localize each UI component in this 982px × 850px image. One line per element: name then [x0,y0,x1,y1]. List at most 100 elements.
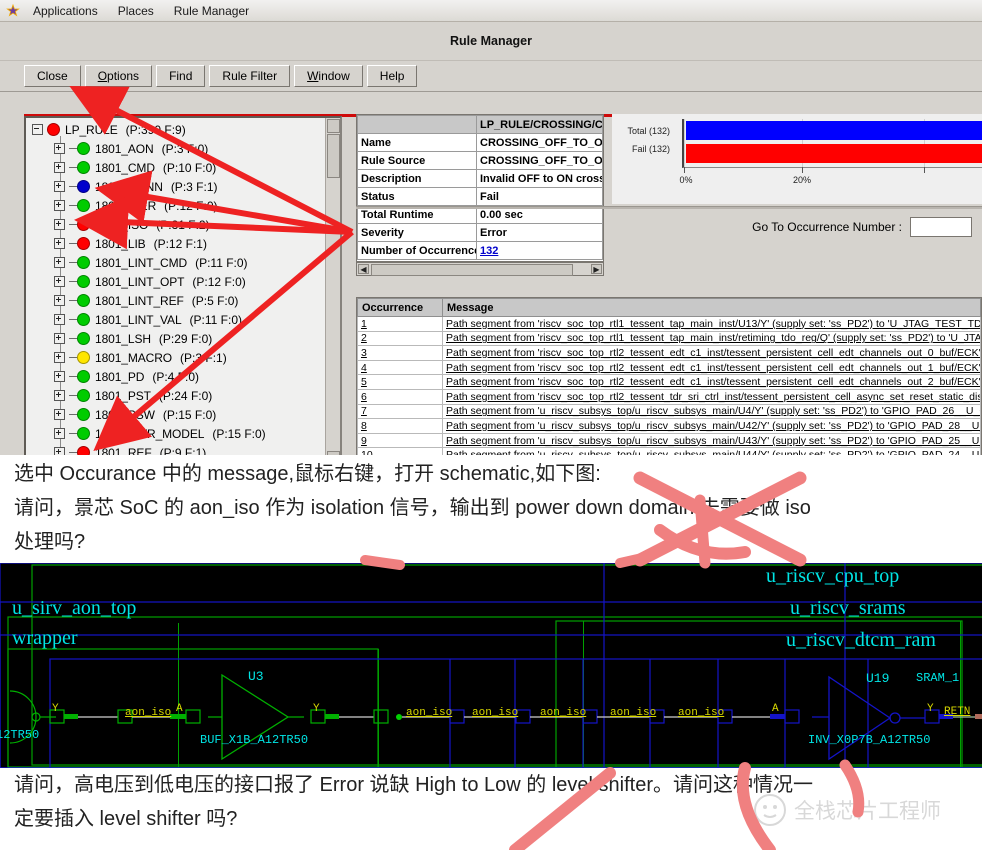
collapse-icon[interactable] [32,124,43,135]
column-message[interactable]: Message [442,298,981,317]
tree-item-1801_lsh[interactable]: 1801_LSH (P:29 F:0) [26,329,326,348]
expand-icon[interactable] [54,333,65,344]
tree-item-1801_psw[interactable]: 1801_PSW (P:15 F:0) [26,405,326,424]
expand-icon[interactable] [54,295,65,306]
expand-icon[interactable] [54,371,65,382]
properties-scroll-thumb[interactable] [371,264,573,276]
expand-icon[interactable] [54,219,65,230]
occurrence-message[interactable]: Path segment from 'riscv_soc_top_rtl1_te… [442,316,981,332]
occurrence-number[interactable]: 1 [357,316,443,332]
occurrence-number[interactable]: 2 [357,330,443,347]
occurrence-message[interactable]: Path segment from 'u_riscv_subsys_top/u_… [442,447,981,455]
occurrence-number[interactable]: 10 [357,447,443,455]
table-row[interactable]: 10Path segment from 'u_riscv_subsys_top/… [357,447,981,455]
occurrence-message[interactable]: Path segment from 'riscv_soc_top_rtl1_te… [442,330,981,347]
table-row[interactable]: 7 Path segment from 'u_riscv_subsys_top/u… [357,403,981,420]
occurrence-table-panel[interactable]: Occurrence Message 1 Path segment from 'r… [356,297,982,455]
tree-elbow [69,186,77,187]
scroll-right-icon[interactable]: ▶ [591,264,602,274]
expand-icon[interactable] [54,143,65,154]
tree-item-label: 1801_CMD [95,160,155,175]
occurrence-number[interactable]: 5 [357,374,443,390]
rule-filter-button[interactable]: Rule Filter [209,65,291,87]
table-row[interactable]: 9 Path segment from 'u_riscv_subsys_top/u… [357,432,981,449]
tree-item-1801_ref[interactable]: 1801_REF (P:9 F:1) [26,443,326,455]
taskbar-rule-manager[interactable]: Rule Manager [164,0,259,22]
column-occurrence[interactable]: Occurrence [357,298,443,317]
expand-icon[interactable] [54,276,65,287]
expand-icon[interactable] [54,447,65,455]
occurrence-number[interactable]: 7 [357,403,443,420]
occurrence-message[interactable]: Path segment from 'riscv_soc_top_rtl2_te… [442,359,981,376]
help-button[interactable]: Help [366,65,418,87]
expand-icon[interactable] [54,314,65,325]
expand-icon[interactable] [54,257,65,268]
properties-hscrollbar[interactable]: ◀ ▶ [356,262,604,276]
tree-item-1801_lib[interactable]: 1801_LIB (P:12 F:1) [26,234,326,253]
tree-item-label: 1801_LSH [95,331,151,346]
rule-tree-panel[interactable]: LP_RULE (P:390 F:9) 1801_AON (P:3 F:0) 180… [24,116,342,455]
window-button[interactable]: Window [294,65,363,87]
goto-occurrence-input[interactable] [910,217,972,237]
expand-icon[interactable] [54,352,65,363]
menu-places[interactable]: Places [108,0,164,22]
tree-elbow [69,224,77,225]
tree-item-1801_pd[interactable]: 1801_PD (P:4 F:0) [26,367,326,386]
tree-root-lp-rule[interactable]: LP_RULE (P:390 F:9) [26,120,326,139]
tree-elbow [69,414,77,415]
property-value[interactable]: 132 [476,241,603,260]
tree-item-1801_lint_opt[interactable]: 1801_LINT_OPT (P:12 F:0) [26,272,326,291]
tree-item-1801_lint_cmd[interactable]: 1801_LINT_CMD (P:11 F:0) [26,253,326,272]
schematic-net-label-retn: RETN [944,706,971,718]
table-row[interactable]: 2 Path segment from 'riscv_soc_top_rtl1_t… [357,330,981,347]
schematic-instance-u19-ref: U19 [866,671,890,686]
tree-item-1801_lint_ref[interactable]: 1801_LINT_REF (P:5 F:0) [26,291,326,310]
expand-icon[interactable] [54,390,65,401]
table-row[interactable]: 1 Path segment from 'riscv_soc_top_rtl1_t… [357,316,981,332]
occurrence-message[interactable]: Path segment from 'riscv_soc_top_rtl2_te… [442,388,981,405]
table-row[interactable]: 3 Path segment from 'riscv_soc_top_rtl2_t… [357,345,981,361]
tree-item-1801_hier[interactable]: 1801_HIER (P:12 F:0) [26,196,326,215]
tree-item-1801_macro[interactable]: 1801_MACRO (P:3 F:1) [26,348,326,367]
table-row[interactable]: 4 Path segment from 'riscv_soc_top_rtl2_t… [357,359,981,376]
tree-item-1801_iso[interactable]: 1801_ISO (P:31 F:2) [26,215,326,234]
tree-item-1801_cmd[interactable]: 1801_CMD (P:10 F:0) [26,158,326,177]
scroll-left-icon[interactable]: ◀ [358,264,369,274]
find-button[interactable]: Find [156,65,206,87]
scroll-up-icon[interactable] [327,119,340,133]
occurrence-message[interactable]: Path segment from 'u_riscv_subsys_top/u_… [442,432,981,449]
expand-icon[interactable] [54,181,65,192]
menu-applications[interactable]: Applications [23,0,108,22]
tree-item-count: (P:15 F:0) [212,426,266,441]
occurrence-number[interactable]: 4 [357,359,443,376]
property-row: Rule Source CROSSING_OFF_TO_O [357,151,603,170]
tree-scroll-thumb[interactable] [327,134,340,178]
expand-icon[interactable] [54,409,65,420]
occurrence-number[interactable]: 9 [357,432,443,449]
occurrence-number[interactable]: 3 [357,345,443,361]
tree-scrollbar[interactable] [325,118,340,455]
occurrence-number[interactable]: 8 [357,418,443,434]
options-button[interactable]: Options [84,65,153,87]
occurrence-message[interactable]: Path segment from 'riscv_soc_top_rtl2_te… [442,374,981,390]
tree-item-1801_lint_val[interactable]: 1801_LINT_VAL (P:11 F:0) [26,310,326,329]
close-button[interactable]: Close [24,65,81,87]
occurrence-message[interactable]: Path segment from 'u_riscv_subsys_top/u_… [442,418,981,434]
occurrence-message[interactable]: Path segment from 'u_riscv_subsys_top/u_… [442,403,981,420]
schematic-viewer[interactable]: u_sirv_aon_top wrapper u_riscv_cpu_top u… [0,563,982,768]
occurrence-number[interactable]: 6 [357,388,443,405]
occurrence-message[interactable]: Path segment from 'riscv_soc_top_rtl2_te… [442,345,981,361]
occurrence-count-link[interactable]: 132 [480,245,498,257]
table-row[interactable]: 6 Path segment from 'riscv_soc_top_rtl2_t… [357,388,981,405]
tree-item-1801_aon[interactable]: 1801_AON (P:3 F:0) [26,139,326,158]
expand-icon[interactable] [54,238,65,249]
tree-item-1801_pst[interactable]: 1801_PST (P:24 F:0) [26,386,326,405]
table-row[interactable]: 8 Path segment from 'u_riscv_subsys_top/u… [357,418,981,434]
expand-icon[interactable] [54,162,65,173]
scroll-down-icon[interactable] [327,451,340,455]
tree-item-1801_conn[interactable]: 1801_CONN (P:3 F:1) [26,177,326,196]
expand-icon[interactable] [54,428,65,439]
tree-item-1801_pwr_model[interactable]: 1801_PWR_MODEL (P:15 F:0) [26,424,326,443]
table-row[interactable]: 5 Path segment from 'riscv_soc_top_rtl2_t… [357,374,981,390]
expand-icon[interactable] [54,200,65,211]
